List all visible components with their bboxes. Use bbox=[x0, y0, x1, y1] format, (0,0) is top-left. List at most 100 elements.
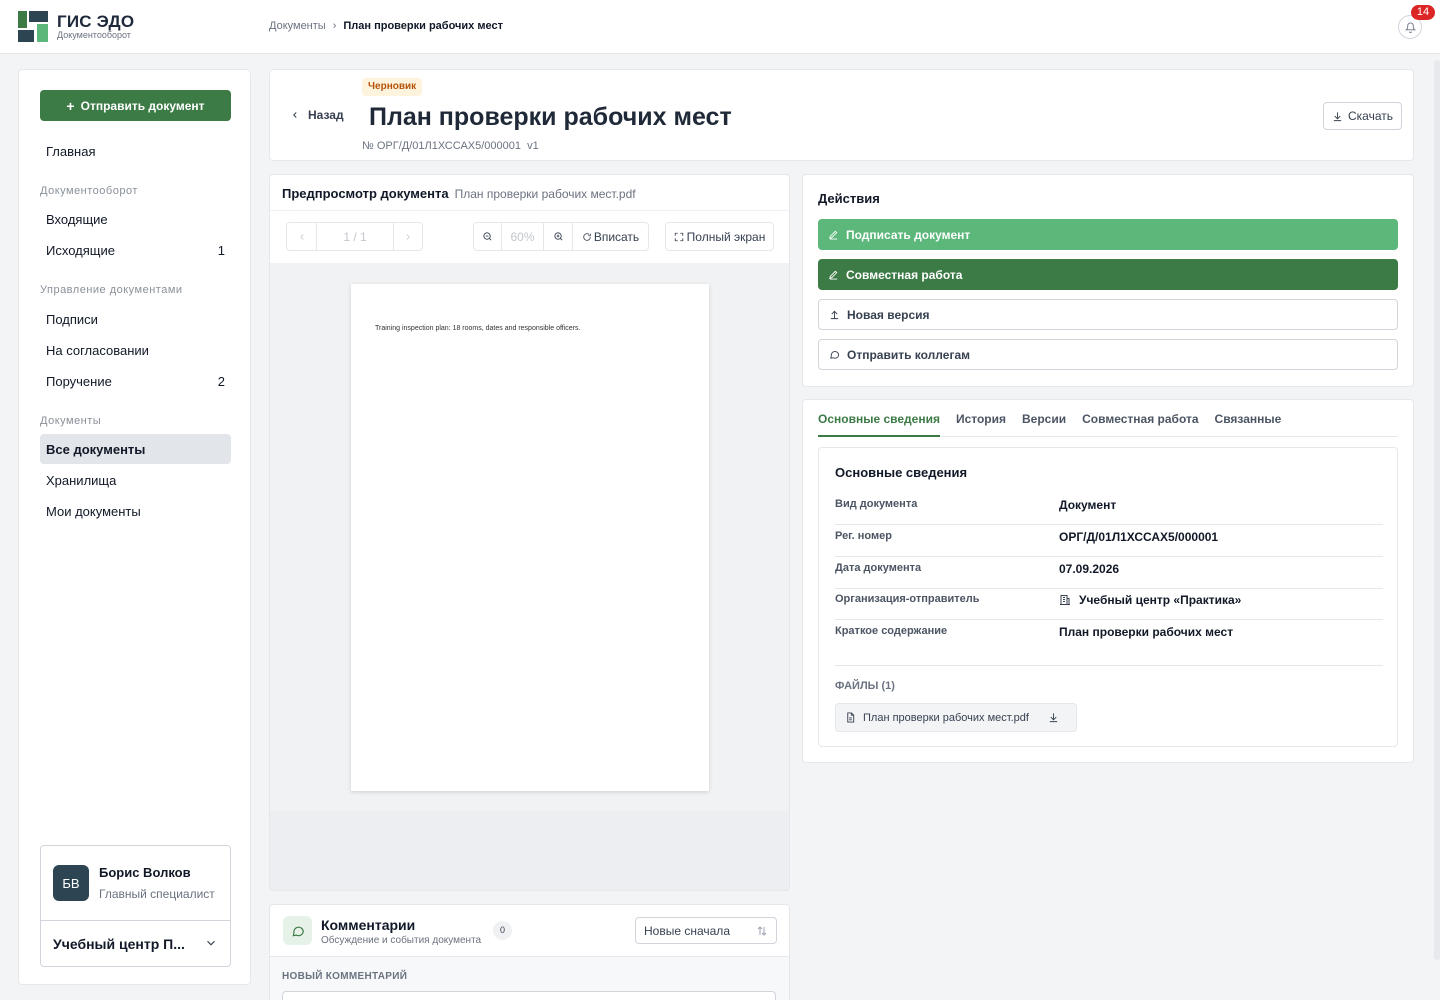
pen-icon bbox=[829, 230, 838, 240]
prev-page-button[interactable] bbox=[287, 223, 317, 250]
comments-subtitle: Обсуждение и события документа bbox=[321, 935, 482, 946]
chevron-down-icon[interactable] bbox=[204, 936, 218, 955]
app-subtitle: Документооборот bbox=[57, 30, 131, 40]
fullscreen-label: Полный экран bbox=[686, 229, 766, 244]
sidebar-item-label: Подписи bbox=[46, 311, 98, 327]
preview-header: Предпросмотр документа План проверки раб… bbox=[282, 186, 636, 201]
sidebar-item-signatures[interactable]: Подписи bbox=[40, 304, 231, 334]
zoom-out-button[interactable] bbox=[474, 223, 502, 250]
sidebar: + Отправить документ Главная Документооб… bbox=[18, 69, 251, 985]
comments-panel: Комментарии Обсуждение и события докумен… bbox=[269, 904, 790, 1000]
page-scrollbar[interactable] bbox=[1434, 60, 1440, 960]
fullscreen-icon bbox=[674, 232, 683, 241]
download-button[interactable]: Скачать bbox=[1323, 102, 1402, 130]
document-info-panel: Основные сведения История Версии Совмест… bbox=[802, 399, 1414, 763]
preview-title: Предпросмотр документа bbox=[282, 186, 449, 201]
sidebar-item-label: Исходящие bbox=[46, 242, 115, 258]
sidebar-item-home[interactable]: Главная bbox=[40, 136, 231, 166]
zoom-in-button[interactable] bbox=[544, 223, 573, 250]
info-row-value[interactable]: Учебный центр «Практика» bbox=[1079, 593, 1241, 607]
page-content-text: Training inspection plan: 18 rooms, date… bbox=[375, 325, 581, 332]
info-row-label: Дата документа bbox=[835, 562, 922, 574]
app-logo[interactable] bbox=[18, 11, 50, 43]
sidebar-item-label: Все документы bbox=[46, 441, 146, 457]
fit-button[interactable]: Вписать bbox=[573, 223, 648, 250]
divider bbox=[270, 210, 789, 211]
page-indicator[interactable]: 1 / 1 bbox=[317, 223, 394, 250]
chat-icon bbox=[283, 916, 312, 945]
sidebar-item-incoming[interactable]: Входящие bbox=[40, 204, 231, 234]
user-name: Борис Волков bbox=[99, 865, 191, 880]
info-row-label: Вид документа bbox=[835, 498, 918, 510]
sidebar-item-all-documents[interactable]: Все документы bbox=[40, 434, 231, 464]
file-attachment[interactable]: План проверки рабочих мест.pdf bbox=[835, 703, 1077, 732]
divider bbox=[835, 665, 1383, 666]
new-version-button[interactable]: Новая версия bbox=[818, 299, 1398, 330]
info-row-value: План проверки рабочих мест bbox=[1059, 625, 1234, 639]
sidebar-item-label: Главная bbox=[46, 143, 96, 159]
status-badge: Черновик bbox=[362, 78, 423, 96]
organization-selector[interactable]: Учебный центр П... bbox=[53, 936, 193, 952]
sidebar-item-label: На согласовании bbox=[46, 342, 149, 358]
divider bbox=[41, 920, 230, 921]
avatar[interactable]: БВ bbox=[53, 865, 89, 901]
chevron-left-icon bbox=[293, 112, 297, 118]
action-label: Новая версия bbox=[847, 307, 930, 322]
download-icon[interactable] bbox=[1048, 712, 1059, 723]
section-title: Основные сведения bbox=[835, 465, 968, 480]
sidebar-item-assignment[interactable]: Поручение 2 bbox=[40, 366, 231, 396]
comment-input[interactable] bbox=[282, 991, 776, 1000]
breadcrumb-current: План проверки рабочих мест bbox=[343, 20, 503, 32]
app-title: ГИС ЭДО bbox=[57, 12, 135, 31]
tab-history[interactable]: История bbox=[956, 411, 1006, 437]
registration-number: № ОРГ/Д/01Л1ХССАХ5/000001 bbox=[362, 140, 522, 152]
document-number: № ОРГ/Д/01Л1ХССАХ5/000001 v1 bbox=[362, 140, 539, 152]
download-icon bbox=[1333, 111, 1342, 121]
sign-document-button[interactable]: Подписать документ bbox=[818, 219, 1398, 250]
bell-icon bbox=[1404, 22, 1416, 33]
user-card: БВ Борис Волков Главный специалист Учебн… bbox=[40, 845, 231, 967]
refresh-icon bbox=[583, 232, 591, 241]
document-page: Training inspection plan: 18 rooms, date… bbox=[351, 284, 709, 791]
sidebar-item-approval[interactable]: На согласовании bbox=[40, 335, 231, 365]
info-row-label: Краткое содержание bbox=[835, 625, 948, 637]
sidebar-item-label: Входящие bbox=[46, 211, 108, 227]
files-title: ФАЙЛЫ (1) bbox=[835, 680, 895, 692]
comments-sort-select[interactable]: Новые сначала bbox=[635, 917, 777, 944]
document-preview: Предпросмотр документа План проверки раб… bbox=[269, 174, 790, 891]
sidebar-section-title: Документы bbox=[40, 415, 102, 427]
info-row: Краткое содержание План проверки рабочих… bbox=[835, 620, 1383, 652]
chat-icon bbox=[830, 351, 840, 359]
plus-icon: + bbox=[66, 97, 75, 114]
download-label: Скачать bbox=[1348, 109, 1393, 123]
fullscreen-button[interactable]: Полный экран bbox=[665, 222, 774, 251]
sidebar-item-storages[interactable]: Хранилища bbox=[40, 465, 231, 495]
back-label: Назад bbox=[308, 108, 344, 122]
send-to-colleagues-button[interactable]: Отправить коллегам bbox=[818, 339, 1398, 370]
info-row-value: ОРГ/Д/01Л1ХССАХ5/000001 bbox=[1059, 530, 1219, 544]
breadcrumb: Документы › План проверки рабочих мест bbox=[269, 20, 503, 32]
canvas-bottom-area bbox=[270, 811, 789, 890]
tab-versions[interactable]: Версии bbox=[1022, 411, 1066, 437]
tab-basic-info[interactable]: Основные сведения bbox=[818, 411, 940, 437]
tab-collaboration[interactable]: Совместная работа bbox=[1082, 411, 1198, 437]
info-tabs: Основные сведения История Версии Совмест… bbox=[818, 411, 1398, 437]
preview-canvas[interactable]: Training inspection plan: 18 rooms, date… bbox=[270, 263, 789, 890]
breadcrumb-root[interactable]: Документы bbox=[269, 20, 326, 32]
back-button[interactable]: Назад bbox=[290, 108, 344, 122]
tab-related[interactable]: Связанные bbox=[1215, 411, 1282, 437]
sidebar-section-title: Документооборот bbox=[40, 185, 138, 197]
info-row-label: Рег. номер bbox=[835, 530, 892, 542]
send-document-button[interactable]: + Отправить документ bbox=[40, 90, 231, 121]
building-icon bbox=[1060, 595, 1070, 605]
next-page-button[interactable] bbox=[394, 223, 422, 250]
sort-icon bbox=[757, 925, 767, 936]
collaboration-button[interactable]: Совместная работа bbox=[818, 259, 1398, 290]
action-label: Отправить коллегам bbox=[847, 347, 970, 362]
zoom-out-icon bbox=[483, 232, 492, 241]
fit-label: Вписать bbox=[593, 229, 640, 244]
sidebar-item-outgoing[interactable]: Исходящие 1 bbox=[40, 235, 231, 265]
sidebar-item-my-documents[interactable]: Мои документы bbox=[40, 496, 231, 526]
basic-info-section: Основные сведения Вид документа Документ… bbox=[818, 447, 1398, 747]
comments-title: Комментарии bbox=[321, 917, 416, 933]
